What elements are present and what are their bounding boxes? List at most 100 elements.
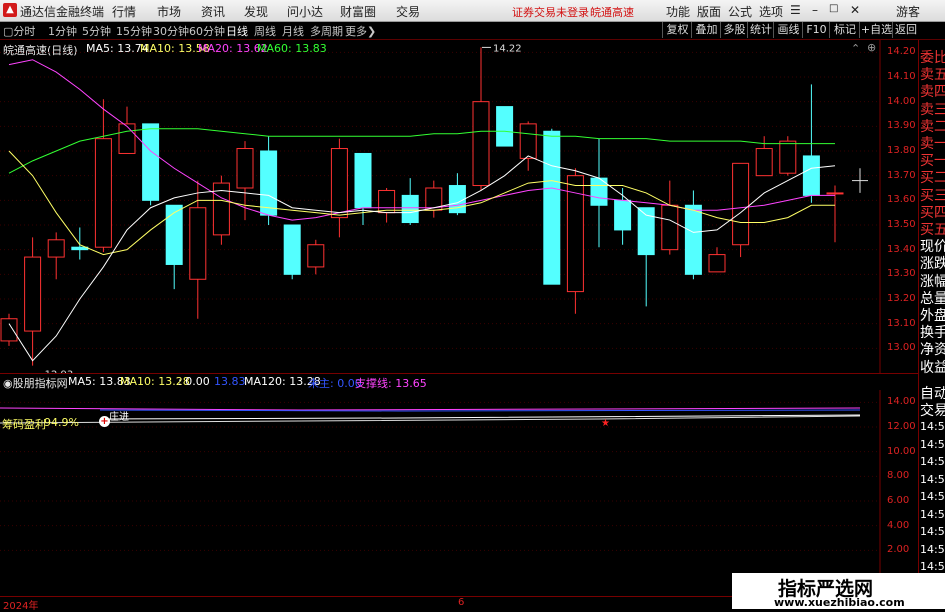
high-price-label: 14.22 bbox=[493, 43, 522, 54]
candle-body[interactable] bbox=[401, 194, 419, 224]
maximize-icon[interactable]: □ bbox=[829, 3, 838, 14]
candle-body[interactable] bbox=[779, 140, 797, 174]
watermark-url: www.xuezhibiao.com bbox=[774, 596, 905, 609]
trade-time-3: 14:5 bbox=[920, 472, 945, 486]
candle-body[interactable] bbox=[94, 138, 112, 248]
price-tick-label: 13.80 bbox=[887, 145, 916, 156]
app-logo-icon: ▲ bbox=[3, 3, 17, 17]
tab-day[interactable]: 日线 bbox=[226, 23, 248, 39]
candle-body[interactable] bbox=[661, 204, 679, 251]
candle-body[interactable] bbox=[307, 244, 325, 268]
candle-body[interactable] bbox=[708, 254, 726, 273]
menu-item-faxian[interactable]: 发现 bbox=[244, 3, 268, 20]
app-title: 通达信金融终端 bbox=[20, 5, 105, 19]
menu-item-gongshi[interactable]: 公式 bbox=[728, 3, 752, 20]
quote-tab-18[interactable]: 收益 bbox=[920, 357, 945, 377]
candle-body[interactable] bbox=[165, 204, 183, 265]
trade-time-7: 14:5 bbox=[920, 542, 945, 556]
candle-body[interactable] bbox=[472, 101, 490, 187]
indicator-chart[interactable] bbox=[0, 390, 918, 575]
sub-value-label: : 0.00 bbox=[178, 375, 210, 388]
huaxian-button[interactable]: 画线 bbox=[773, 22, 803, 38]
candle-body[interactable] bbox=[732, 162, 750, 246]
menu-item-zixun[interactable]: 资讯 bbox=[201, 3, 225, 20]
candle-body[interactable] bbox=[378, 189, 396, 214]
zhuangjin-marker-icon: + bbox=[99, 416, 110, 427]
menu-item-gongneng[interactable]: 功能 bbox=[666, 3, 690, 20]
candle-body[interactable] bbox=[47, 239, 65, 258]
tab-30min[interactable]: 30分钟 bbox=[153, 23, 189, 39]
candle-body[interactable] bbox=[755, 148, 773, 177]
tab-fenshi[interactable]: ▢分时 bbox=[3, 23, 35, 39]
price-tick-label: 13.20 bbox=[887, 293, 916, 304]
indicator-tick-label: 12.00 bbox=[887, 421, 916, 432]
menu-icon[interactable]: ☰ bbox=[790, 3, 801, 17]
candle-body[interactable] bbox=[236, 148, 254, 189]
tongji-button[interactable]: 统计 bbox=[747, 22, 774, 38]
trade-time-8: 14:5 bbox=[920, 560, 945, 573]
login-notice[interactable]: 证券交易未登录 bbox=[512, 4, 589, 20]
trade-tab-1[interactable]: 交易 bbox=[920, 400, 945, 420]
price-tick-label: 14.00 bbox=[887, 95, 916, 107]
tab-more-label: 更多 bbox=[345, 25, 367, 38]
indicator-tick-label: 8.00 bbox=[887, 470, 910, 482]
candle-body[interactable] bbox=[142, 123, 160, 201]
f10-button[interactable]: F10 bbox=[802, 22, 830, 38]
candle-body[interactable] bbox=[802, 155, 820, 196]
add-watchlist-button[interactable]: +自选 bbox=[859, 22, 893, 38]
tab-15min[interactable]: 15分钟 bbox=[116, 23, 152, 39]
biaoji-button[interactable]: 标记 bbox=[829, 22, 860, 38]
blue-line bbox=[99, 409, 861, 412]
menu-item-shichang[interactable]: 市场 bbox=[157, 3, 181, 20]
candle-body[interactable] bbox=[519, 123, 537, 159]
menu-item-caifuquan[interactable]: 财富圈 bbox=[340, 3, 376, 20]
trade-time-1: 14:5 bbox=[920, 437, 945, 451]
candle-body[interactable] bbox=[189, 207, 207, 280]
menu-item-banmian[interactable]: 版面 bbox=[697, 3, 721, 20]
menu-item-xuanxiang[interactable]: 选项 bbox=[759, 3, 783, 20]
tab-fenshi-label: 分时 bbox=[13, 25, 36, 38]
tab-week[interactable]: 周线 bbox=[254, 23, 276, 39]
tab-month[interactable]: 月线 bbox=[282, 23, 304, 39]
menu-item-wenxiaoda[interactable]: 问小达 bbox=[287, 3, 323, 20]
indicator-tick-label: 2.00 bbox=[887, 544, 910, 556]
candle-body[interactable] bbox=[0, 318, 18, 342]
candle-body[interactable] bbox=[24, 256, 42, 332]
sub-chart-title-text: 股朋指标网 bbox=[12, 377, 68, 390]
fuquan-button[interactable]: 复权 bbox=[662, 22, 692, 38]
price-tick-label: 13.60 bbox=[887, 194, 916, 206]
menu-item-hangqing[interactable]: 行情 bbox=[112, 3, 136, 20]
candlestick-chart[interactable]: 14.2212.93 bbox=[0, 40, 918, 373]
candle-body[interactable] bbox=[118, 123, 136, 154]
support-line-label: 支撑线: 13.65 bbox=[355, 377, 427, 390]
candle-body[interactable] bbox=[614, 199, 632, 231]
price-tick-label: 13.90 bbox=[887, 120, 916, 132]
candle-body[interactable] bbox=[260, 150, 278, 216]
candle-body[interactable] bbox=[354, 152, 372, 209]
tab-more[interactable]: 更多❯ bbox=[345, 23, 376, 39]
candle-body[interactable] bbox=[330, 148, 348, 219]
zhuangjin-label: 庄进 bbox=[109, 412, 129, 423]
tab-1min[interactable]: 1分钟 bbox=[48, 23, 77, 39]
candle-body[interactable] bbox=[283, 224, 301, 275]
stock-link[interactable]: 皖通高速 bbox=[590, 4, 634, 20]
tab-5min[interactable]: 5分钟 bbox=[82, 23, 111, 39]
tab-60min[interactable]: 60分钟 bbox=[189, 23, 225, 39]
price-tick-label: 13.70 bbox=[887, 169, 916, 181]
candle-body[interactable] bbox=[543, 130, 561, 285]
close-icon[interactable]: ✕ bbox=[850, 3, 860, 17]
diejia-button[interactable]: 叠加 bbox=[691, 22, 721, 38]
back-button[interactable]: 返回 bbox=[892, 22, 919, 38]
price-tick-label: 13.40 bbox=[887, 243, 916, 255]
ma10-line bbox=[8, 150, 835, 256]
candle-body[interactable] bbox=[826, 192, 844, 195]
candle-body[interactable] bbox=[684, 204, 702, 275]
menu-item-jiaoyi[interactable]: 交易 bbox=[396, 3, 420, 20]
candle-body[interactable] bbox=[496, 106, 514, 147]
tab-multi-period[interactable]: 多周期 bbox=[310, 23, 343, 39]
duogu-button[interactable]: 多股 bbox=[720, 22, 748, 38]
minimize-icon[interactable]: – bbox=[812, 3, 818, 17]
indicator-tick-label: 14.00 bbox=[887, 396, 916, 408]
guest-label[interactable]: 游客 bbox=[896, 3, 920, 20]
trade-time-5: 14:5 bbox=[920, 507, 945, 521]
